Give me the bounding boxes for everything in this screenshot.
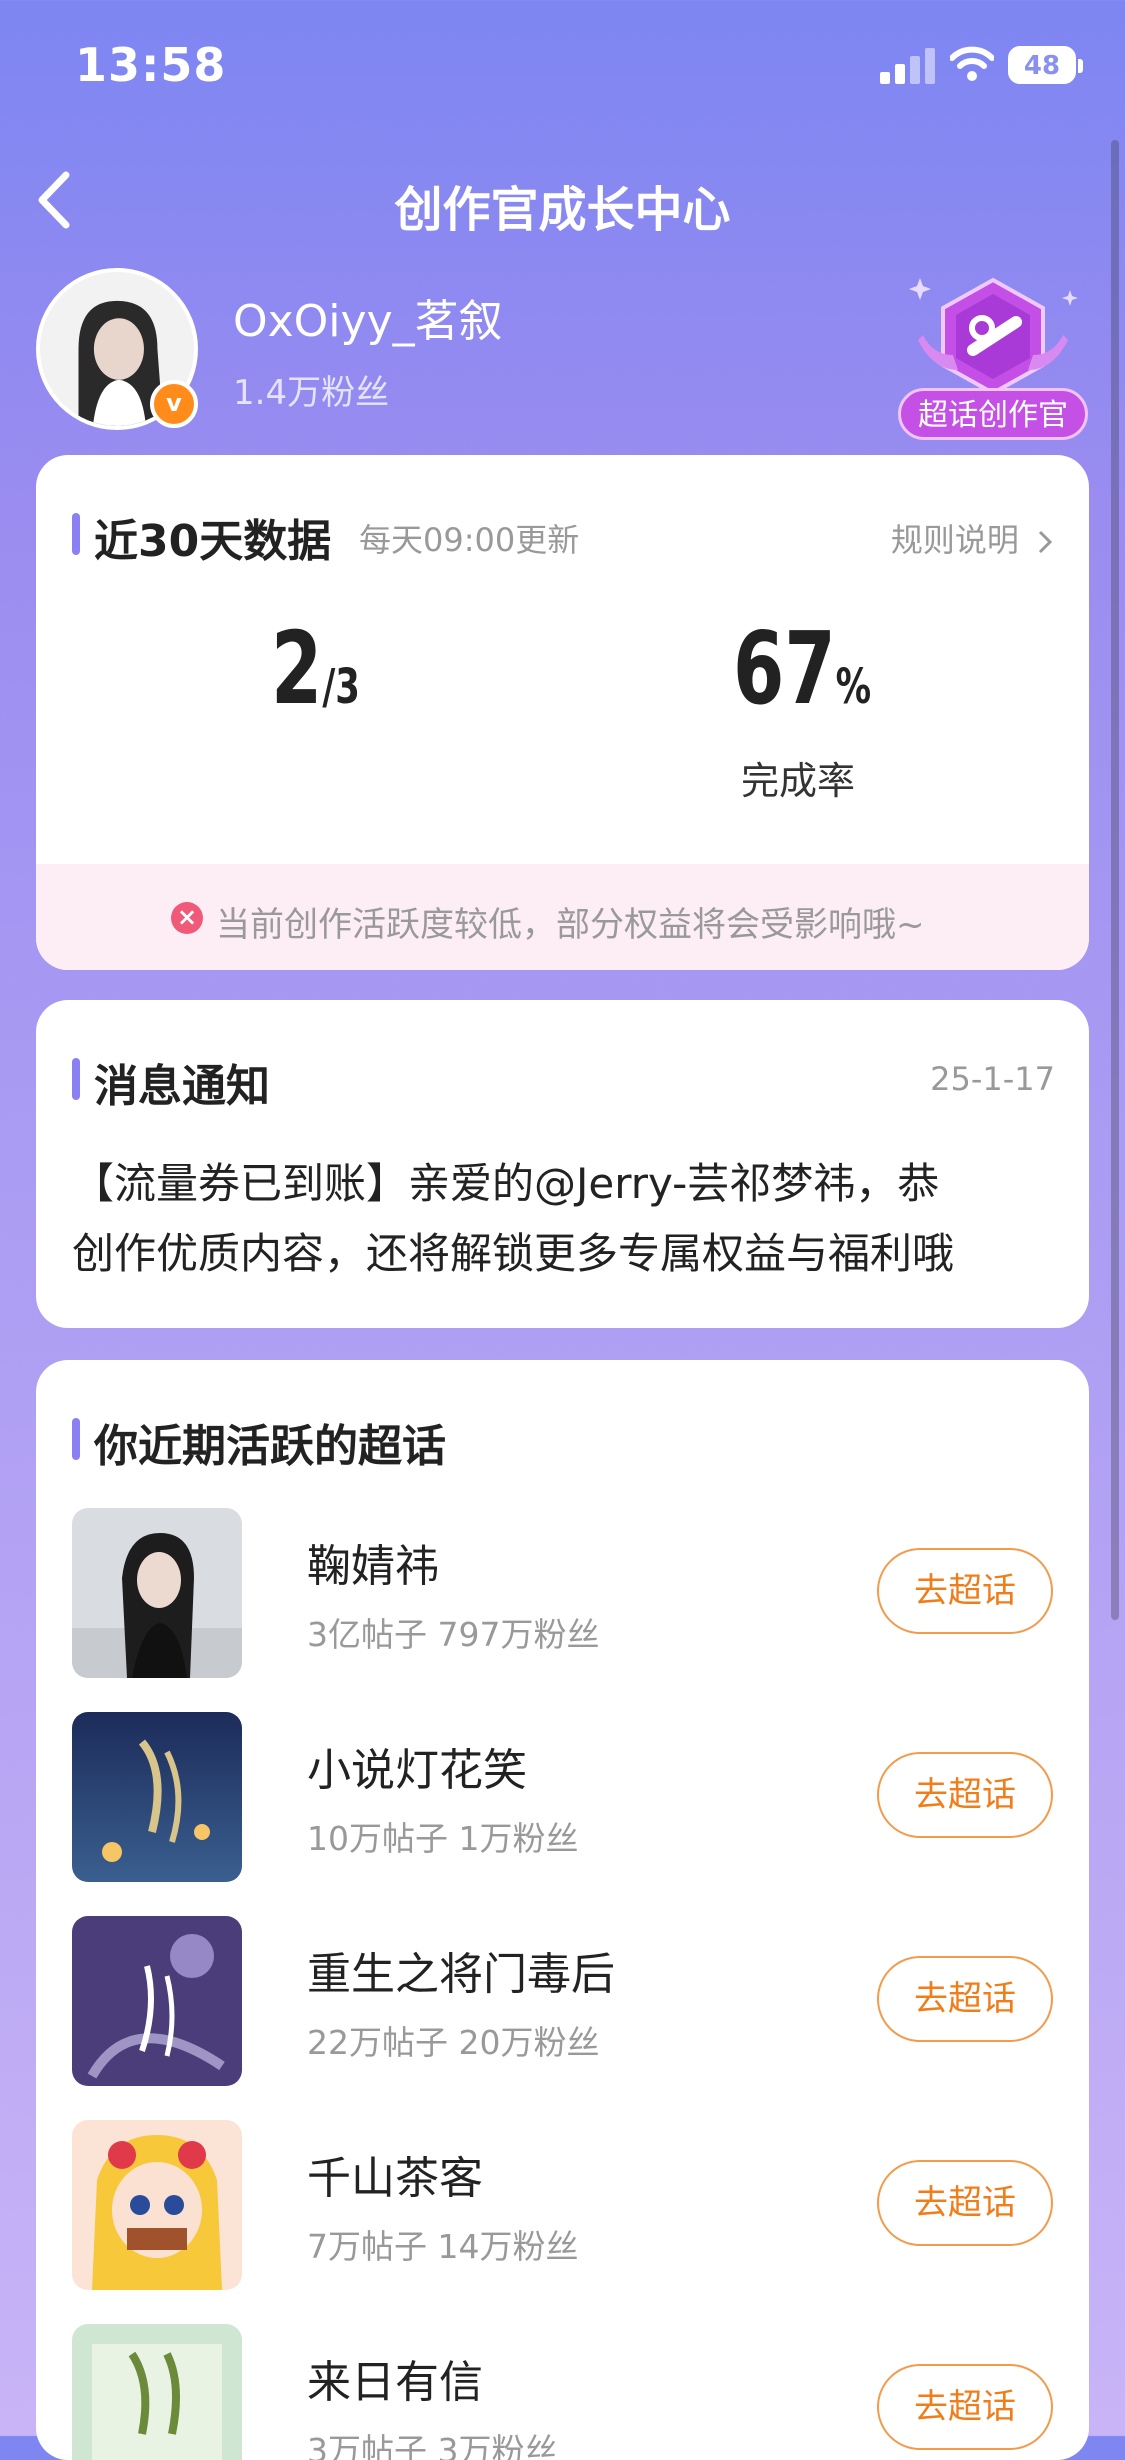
topic-thumbnail [72,1916,242,2086]
completion-rate-label: 完成率 [741,759,856,803]
topic-thumbnail [72,1712,242,1882]
stats-card: 近30天数据 每天09:00更新 规则说明 2/3 67% 完成率 × 当前创作… [36,455,1089,970]
topic-stats: 7万帖子 14万粉丝 [307,2227,579,2266]
creator-badge[interactable]: 超话创作官 [898,270,1088,440]
topic-name: 鞠婧祎 [307,1541,439,1592]
active-topics-card: 你近期活跃的超话 鞠婧祎 3亿帖子 797万粉丝 去超话 小说灯花笑 10万帖子… [36,1360,1089,2460]
battery-level: 48 [1023,51,1061,81]
battery-icon: 48 [1008,46,1083,84]
topic-name: 小说灯花笑 [307,1745,527,1796]
username: OxOiyy_茗叙 [233,296,503,347]
notice-date: 25-1-17 [930,1060,1055,1098]
warning-text: 当前创作活跃度较低，部分权益将会受影响哦~ [216,905,925,945]
status-time: 13:58 [75,38,227,92]
completion-rate-unit: % [835,659,872,715]
signal-icon [880,48,936,84]
list-item[interactable]: 来日有信 3万帖子 3万粉丝 去超话 [72,2324,1053,2460]
list-item[interactable]: 小说灯花笑 10万帖子 1万粉丝 去超话 [72,1712,1053,1882]
warning-banner: × 当前创作活跃度较低，部分权益将会受影响哦~ [36,864,1089,970]
rules-link[interactable]: 规则说明 [891,515,1055,561]
completion-rate: 67% [733,610,871,727]
list-item[interactable]: 鞠婧祎 3亿帖子 797万粉丝 去超话 [72,1508,1053,1678]
notice-title: 消息通知 [72,1050,270,1114]
go-topic-button[interactable]: 去超话 [877,1752,1053,1838]
notice-card[interactable]: 消息通知 25-1-17 【流量券已到账】亲爱的@Jerry-芸祁梦祎，恭 创作… [36,1000,1089,1328]
status-bar: 13:58 48 [0,0,1125,130]
progress-count: 2/3 [271,610,360,727]
stats-update-note: 每天09:00更新 [359,521,580,559]
topics-title: 你近期活跃的超话 [72,1410,446,1474]
topic-thumbnail [72,2120,242,2290]
topic-stats: 3亿帖子 797万粉丝 [307,1615,600,1654]
topic-thumbnail [72,2324,242,2460]
completion-rate-value: 67 [733,610,836,727]
progress-total: /3 [322,659,360,715]
topic-thumbnail [72,1508,242,1678]
avatar[interactable]: v [36,268,198,430]
creator-medal-icon [909,277,1078,396]
error-icon: × [171,902,203,934]
go-topic-button[interactable]: 去超话 [877,2364,1053,2450]
chevron-right-icon [1038,530,1053,554]
topic-name: 重生之将门毒后 [307,1949,615,2000]
page-title: 创作官成长中心 [394,182,731,238]
topic-stats: 3万帖子 3万粉丝 [307,2431,558,2460]
notice-line-1: 【流量券已到账】亲爱的@Jerry-芸祁梦祎，恭 [72,1159,940,1208]
go-topic-button[interactable]: 去超话 [877,1548,1053,1634]
scrollbar[interactable] [1111,140,1119,1620]
list-item[interactable]: 重生之将门毒后 22万帖子 20万粉丝 去超话 [72,1916,1053,2086]
go-topic-button[interactable]: 去超话 [877,2160,1053,2246]
notice-line-2: 创作优质内容，还将解锁更多专属权益与福利哦 [72,1229,955,1278]
go-topic-button[interactable]: 去超话 [877,1956,1053,2042]
topic-name: 来日有信 [307,2357,483,2408]
verified-icon: v [150,380,198,428]
rules-link-label: 规则说明 [890,521,1019,559]
stats-title: 近30天数据 [72,505,331,569]
fans-count: 1.4万粉丝 [233,373,390,413]
topic-name: 千山茶客 [307,2153,483,2204]
topic-stats: 10万帖子 1万粉丝 [307,1819,579,1858]
creator-badge-label: 超话创作官 [898,388,1088,440]
progress-done: 2 [271,610,323,727]
topic-stats: 22万帖子 20万粉丝 [307,2023,600,2062]
wifi-icon [949,44,995,84]
list-item[interactable]: 千山茶客 7万帖子 14万粉丝 去超话 [72,2120,1053,2290]
